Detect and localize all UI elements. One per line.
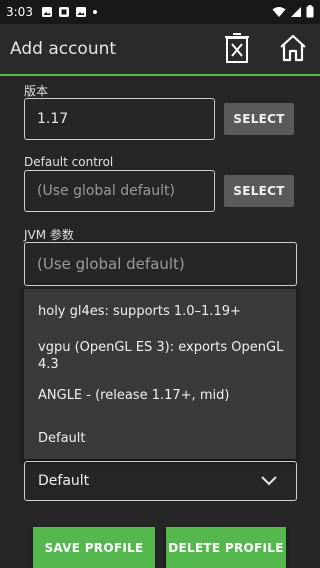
control-placeholder: (Use global default) <box>37 183 175 199</box>
version-label: 版本 <box>24 84 49 98</box>
app-bar: Add account <box>0 24 320 76</box>
photo-icon <box>75 3 87 22</box>
version-value: 1.17 <box>37 111 69 127</box>
jvm-label: JVM 参数 <box>24 228 74 242</box>
version-field[interactable]: 1.17 <box>24 98 215 140</box>
notification-icon <box>58 3 70 22</box>
control-label: Default control <box>24 155 114 169</box>
status-bar: 3:03 <box>0 0 320 24</box>
dropdown-option[interactable]: ANGLE - (release 1.17+, mid) <box>38 387 286 404</box>
jvm-placeholder: (Use global default) <box>37 255 185 273</box>
dropdown-option[interactable]: Default <box>38 430 286 447</box>
status-time: 3:03 <box>6 5 33 19</box>
chevron-down-icon <box>260 473 278 491</box>
home-button[interactable] <box>276 33 310 67</box>
delete-profile-button[interactable]: DELETE PROFILE <box>166 527 286 568</box>
signal-icon <box>290 3 302 22</box>
page-title: Add account <box>10 39 117 59</box>
status-system-icons <box>272 3 314 22</box>
control-select-button[interactable]: SELECT <box>224 175 294 207</box>
renderer-selected: Default <box>38 473 90 489</box>
delete-icon <box>224 33 250 67</box>
status-notification-icons <box>41 3 98 22</box>
account-form: 版本 1.17 SELECT Default control (Use glob… <box>0 78 320 568</box>
delete-button[interactable] <box>220 33 254 67</box>
dropdown-option[interactable]: holy gl4es: supports 1.0–1.19+ <box>38 303 286 320</box>
photo-icon <box>41 3 53 22</box>
renderer-spinner[interactable]: Default <box>24 461 297 501</box>
control-field[interactable]: (Use global default) <box>24 170 215 212</box>
dropdown-option[interactable]: vgpu (OpenGL ES 3): exports OpenGL 4.3 <box>38 339 286 373</box>
jvm-args-field[interactable]: (Use global default) <box>24 242 297 286</box>
version-select-button[interactable]: SELECT <box>224 103 294 135</box>
wifi-icon <box>272 3 286 22</box>
battery-icon <box>306 3 314 22</box>
renderer-dropdown-list: holy gl4es: supports 1.0–1.19+ vgpu (Ope… <box>24 289 296 459</box>
home-icon <box>278 33 308 67</box>
dot-icon <box>92 3 98 22</box>
save-profile-button[interactable]: SAVE PROFILE <box>33 527 155 568</box>
